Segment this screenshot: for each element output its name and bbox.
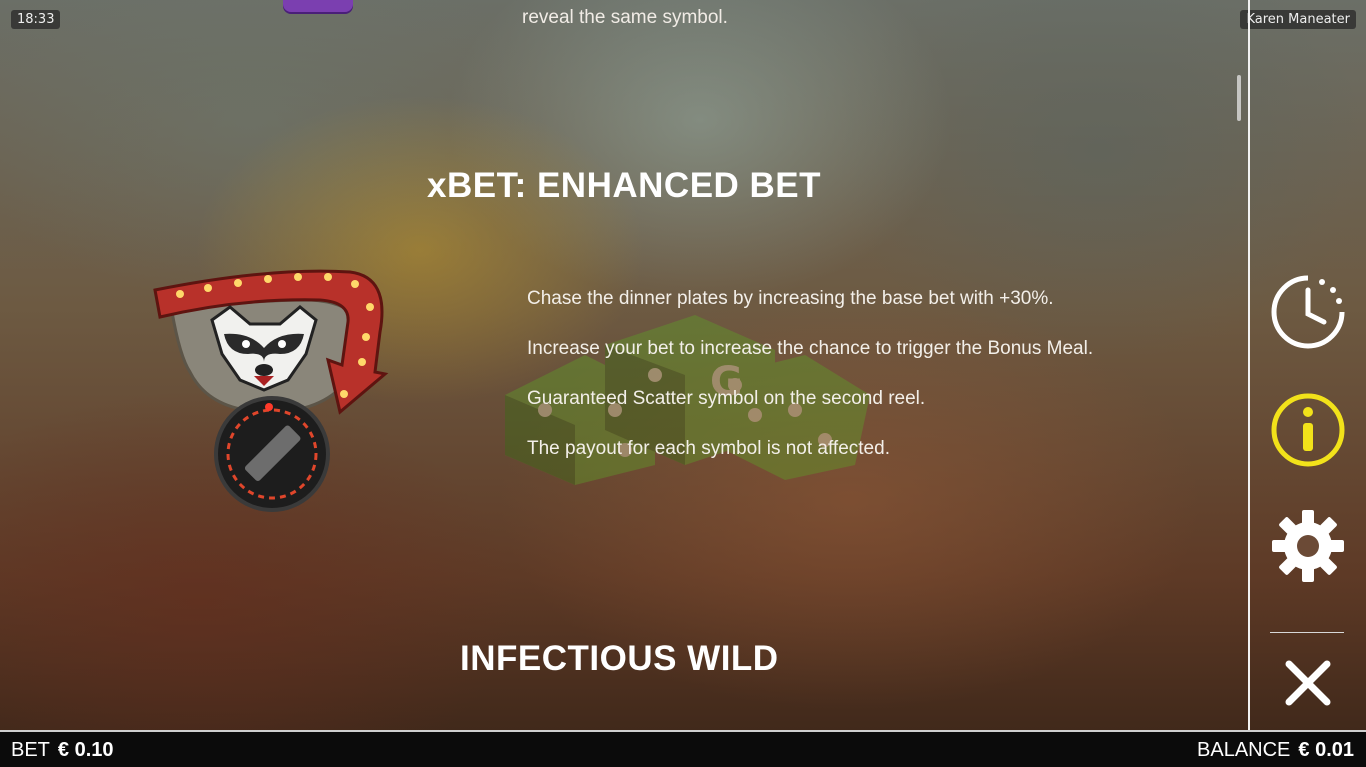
info-icon bbox=[1271, 393, 1345, 467]
xbet-paragraph: Chase the dinner plates by increasing th… bbox=[527, 288, 1054, 309]
partial-symbol-icon bbox=[283, 0, 353, 12]
xbet-feature-icon bbox=[153, 269, 389, 512]
bet-label: BET bbox=[11, 739, 50, 761]
bet-display: BET € 0.10 bbox=[11, 739, 114, 762]
scrollbar-thumb[interactable] bbox=[1237, 75, 1241, 121]
xbet-paragraph: The payout for each symbol is not affect… bbox=[527, 438, 890, 459]
footer-bar: BET € 0.10 BALANCE € 0.01 bbox=[0, 730, 1366, 767]
close-icon bbox=[1285, 660, 1331, 706]
clock-icon bbox=[1271, 275, 1345, 349]
xbet-paragraph: Increase your bet to increase the chance… bbox=[527, 338, 1094, 359]
side-panel-divider bbox=[1248, 0, 1250, 730]
clock-time: 18:33 bbox=[11, 10, 61, 29]
bet-value: € 0.10 bbox=[57, 739, 114, 761]
previous-section-text: reveal the same symbol. bbox=[522, 7, 728, 28]
history-button[interactable] bbox=[1268, 272, 1348, 352]
gear-icon bbox=[1272, 510, 1344, 582]
xbet-paragraph: Guaranteed Scatter symbol on the second … bbox=[527, 388, 926, 409]
balance-display: BALANCE € 0.01 bbox=[1197, 739, 1354, 762]
game-title: Karen Maneater bbox=[1240, 10, 1356, 29]
infectious-wild-title: INFECTIOUS WILD bbox=[460, 639, 779, 678]
info-button[interactable] bbox=[1268, 390, 1348, 470]
side-menu-divider bbox=[1270, 632, 1344, 633]
balance-label: BALANCE bbox=[1197, 739, 1291, 761]
xbet-section-title: xBET: ENHANCED BET bbox=[427, 166, 822, 205]
balance-value: € 0.01 bbox=[1298, 739, 1354, 761]
close-button[interactable] bbox=[1268, 643, 1348, 723]
settings-button[interactable] bbox=[1268, 506, 1348, 586]
xbet-description: Chase the dinner plates by increasing th… bbox=[527, 284, 1147, 484]
